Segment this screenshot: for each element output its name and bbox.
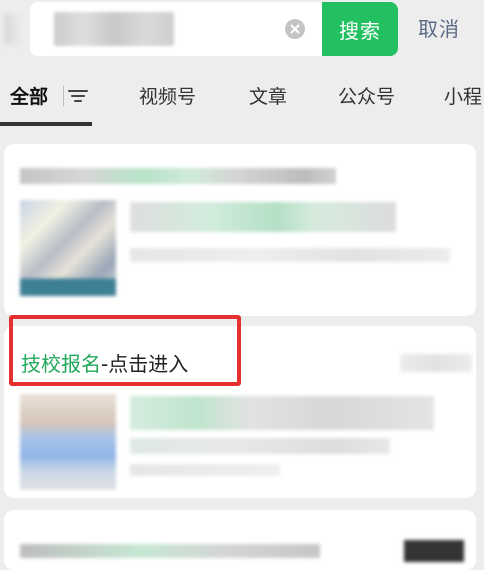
result-badge-blurred <box>400 354 472 372</box>
tab-all[interactable]: 全部 <box>10 82 48 109</box>
tab-mini-programs[interactable]: 小程 <box>444 82 482 109</box>
search-query-blurred <box>54 12 174 46</box>
tab-channels[interactable]: 视频号 <box>139 82 196 109</box>
result-title-blurred <box>20 544 320 558</box>
search-button[interactable]: 搜索 <box>322 2 398 56</box>
result-card[interactable] <box>4 510 476 570</box>
clear-icon[interactable] <box>285 19 305 39</box>
result-meta-blurred <box>130 248 450 262</box>
result-snippet-blurred <box>130 438 390 454</box>
search-bar: 搜索 取消 <box>0 0 484 64</box>
result-thumbnail <box>20 394 116 490</box>
result-card[interactable] <box>4 144 476 316</box>
search-input[interactable] <box>30 2 326 56</box>
tab-official-accounts[interactable]: 公众号 <box>338 82 395 109</box>
tab-articles[interactable]: 文章 <box>249 82 287 109</box>
tab-divider <box>63 86 64 106</box>
annotation-highlight-box <box>9 315 241 386</box>
back-button-blurred[interactable] <box>4 14 22 44</box>
result-thumbnail <box>20 200 116 296</box>
result-badge-blurred <box>404 540 464 562</box>
filter-tabs: 全部 视频号 文章 公众号 小程 <box>0 64 484 128</box>
cancel-button[interactable]: 取消 <box>418 12 460 46</box>
result-title-blurred <box>20 168 336 184</box>
result-snippet-blurred <box>130 396 434 430</box>
filter-icon[interactable] <box>67 86 89 106</box>
result-meta-blurred <box>130 464 280 476</box>
result-snippet-blurred <box>130 202 396 232</box>
active-tab-indicator <box>0 122 92 126</box>
